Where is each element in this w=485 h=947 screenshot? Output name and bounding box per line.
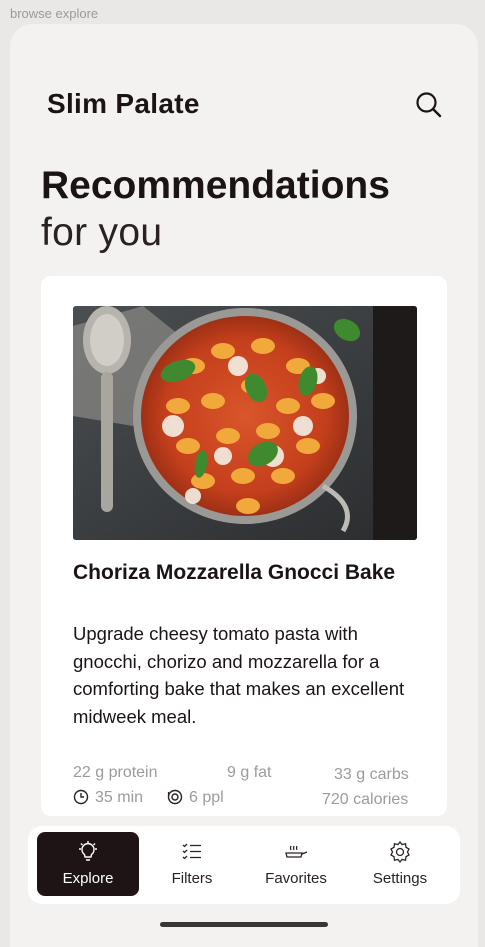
gear-icon — [390, 840, 410, 864]
lightbulb-icon — [79, 841, 97, 861]
nav-filters[interactable]: Filters — [141, 832, 243, 896]
protein-stat: 22 g protein — [73, 764, 158, 781]
recipe-description: Upgrade cheesy tomato pasta with gnocchi… — [73, 623, 405, 727]
plate-icon — [167, 789, 183, 805]
fat-stat: 9 g fat — [227, 764, 272, 781]
search-button[interactable] — [414, 90, 444, 120]
carbs-stat: 33 g carbs — [334, 766, 409, 783]
recipe-title: Choriza Mozzarella Gnocci Bake — [73, 561, 396, 584]
clock-icon — [73, 789, 89, 805]
frame-label: browse explore — [10, 6, 99, 21]
page-subtitle: for you — [41, 211, 163, 254]
recipe-image — [73, 306, 417, 540]
calories-stat: 720 calories — [322, 791, 409, 808]
servings-stat: 6 ppl — [167, 789, 224, 807]
nav-explore-label: Explore — [62, 870, 114, 887]
checklist-icon — [182, 843, 201, 860]
nav-settings-label: Settings — [372, 870, 428, 887]
nav-explore[interactable]: Explore — [37, 832, 139, 896]
time-stat: 35 min — [73, 789, 143, 807]
page-title: Recommendations — [41, 164, 390, 207]
search-icon — [416, 92, 442, 118]
recipe-card[interactable]: Choriza Mozzarella Gnocci Bake Upgrade c… — [41, 276, 447, 816]
nav-favorites[interactable]: Favorites — [245, 832, 347, 896]
app-brand-title: Slim Palate — [47, 88, 200, 119]
servings-value: 6 ppl — [189, 789, 224, 806]
pan-icon — [285, 845, 308, 858]
nav-filters-label: Filters — [171, 870, 213, 887]
nav-favorites-label: Favorites — [265, 870, 327, 887]
bottom-navigation: Explore Filters Favorites Settings — [28, 826, 460, 904]
nav-settings[interactable]: Settings — [349, 832, 451, 896]
home-indicator[interactable] — [160, 922, 328, 927]
app-screen: Slim Palate Recommendations for you Chor… — [10, 24, 478, 947]
time-value: 35 min — [95, 789, 144, 806]
